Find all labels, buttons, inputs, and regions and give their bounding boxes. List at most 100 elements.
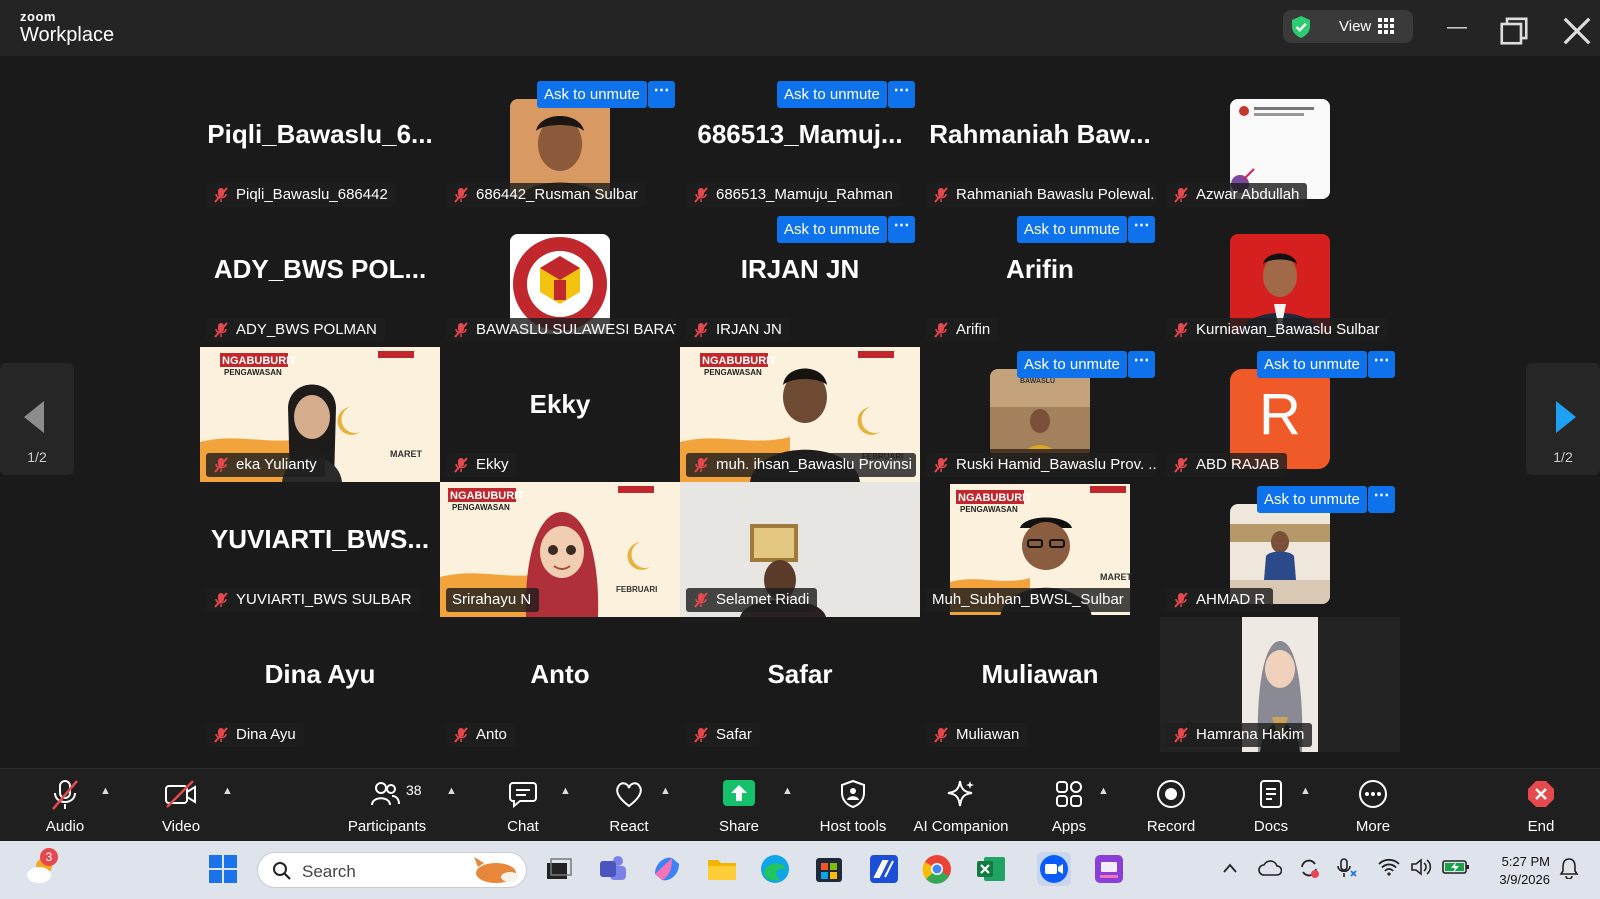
participant-tile-selamet[interactable]: Selamet Riadi [680,482,920,617]
participant-tile-bawaslu-sulbar[interactable]: BAWASLU SULAWESI BARAT [440,212,680,347]
participant-tile-abd-rajab[interactable]: R ABD RAJAB Ask to unmute ⋯ [1160,347,1400,482]
participant-tile-arifin[interactable]: Arifin Arifin Ask to unmute ⋯ [920,212,1160,347]
edge-app[interactable] [758,852,792,886]
grid-view-icon[interactable] [1378,18,1394,34]
cloud-sync-icon[interactable] [1258,859,1282,877]
participant-tile-subhan-active-speaker[interactable]: NGABUBURIT PENGAWASAN MARET Muh_Subhan_B… [920,482,1160,617]
more-options-button[interactable]: ⋯ [1128,216,1155,243]
ask-to-unmute-button[interactable]: Ask to unmute [1257,351,1367,378]
audio-options-caret[interactable]: ▲ [100,785,111,797]
participant-tile-muliawan[interactable]: Muliawan Muliawan [920,617,1160,752]
weather-widget[interactable]: 3 [24,848,58,886]
participant-tile-rahman[interactable]: 686513_Mamuj... 686513_Mamuju_Rahman Ask… [680,77,920,212]
excel-app[interactable] [974,852,1008,886]
host-tools-button[interactable]: Host tools [810,777,896,837]
close-button[interactable] [1563,17,1591,45]
muted-mic-icon [934,457,948,473]
more-options-button[interactable]: ⋯ [888,216,915,243]
writing-app[interactable] [867,852,901,886]
more-options-button[interactable]: ⋯ [1368,351,1395,378]
zoom-app-active[interactable] [1037,852,1071,886]
sync-alert-icon[interactable] [1298,857,1320,879]
docs-button[interactable]: Docs [1238,777,1304,837]
task-view-button[interactable] [541,852,575,886]
participant-tile-rusman[interactable]: 686442_Rusman Sulbar Ask to unmute ⋯ [440,77,680,212]
participant-tile-piqli[interactable]: Piqli_Bawaslu_6... Piqli_Bawaslu_686442 [200,77,440,212]
participant-tile-dina[interactable]: Dina Ayu Dina Ayu [200,617,440,752]
participant-tile-yuviarti[interactable]: YUVIARTI_BWS... YUVIARTI_BWS SULBAR [200,482,440,617]
view-label[interactable]: View [1339,18,1371,35]
ask-to-unmute-button[interactable]: Ask to unmute [777,81,887,108]
ask-to-unmute-button[interactable]: Ask to unmute [777,216,887,243]
participants-button[interactable]: 38 Participants [334,777,440,837]
participant-tile-azwar[interactable]: Azwar Abdullah [1160,77,1400,212]
participant-tile-kurniawan[interactable]: Kurniawan_Bawaslu Sulbar [1160,212,1400,347]
ai-companion-button[interactable]: AI Companion [908,777,1014,837]
more-options-button[interactable]: ⋯ [1128,351,1155,378]
share-button[interactable]: Share [706,777,772,837]
editor-app[interactable] [1092,852,1126,886]
participant-tile-irjan[interactable]: IRJAN JN IRJAN JN Ask to unmute ⋯ [680,212,920,347]
start-button[interactable] [206,852,240,886]
participant-tile-srirahayu[interactable]: NGABUBURIT PENGAWASAN FEBRUARI Srirahayu… [440,482,680,617]
microphone-in-use-icon[interactable] [1336,857,1358,879]
react-button[interactable]: React [596,777,662,837]
chat-options-caret[interactable]: ▲ [560,785,571,797]
muted-mic-icon [214,322,228,338]
search-highlight-fox-icon [474,857,519,883]
ask-to-unmute-button[interactable]: Ask to unmute [1017,216,1127,243]
system-clock[interactable]: 5:27 PM 3/9/2026 [1480,853,1550,889]
chrome-app[interactable] [920,852,954,886]
apps-button[interactable]: Apps [1036,777,1102,837]
participant-tile-safar[interactable]: Safar Safar [680,617,920,752]
audio-button[interactable]: Audio [30,777,100,837]
apps-options-caret[interactable]: ▲ [1098,785,1109,797]
react-options-caret[interactable]: ▲ [660,785,671,797]
muted-mic-icon [1174,727,1188,743]
teams-app[interactable] [596,852,630,886]
restore-button[interactable] [1500,17,1528,45]
chat-button[interactable]: Chat [490,777,556,837]
next-page-button[interactable]: 1/2 [1526,363,1600,475]
docs-options-caret[interactable]: ▲ [1300,785,1311,797]
participants-options-caret[interactable]: ▲ [446,785,457,797]
ask-to-unmute-button[interactable]: Ask to unmute [537,81,647,108]
record-icon [1157,780,1185,808]
participant-tile-ihsan[interactable]: NGABUBURIT PENGAWASAN FEBRUARI muh. ihsa… [680,347,920,482]
participant-tile-rahmaniah[interactable]: Rahmaniah Baw... Rahmaniah Bawaslu Polew… [920,77,1160,212]
store-app[interactable] [812,852,846,886]
participant-tile-ekky[interactable]: Ekky Ekky [440,347,680,482]
file-explorer-app[interactable] [705,852,739,886]
participant-name-label: BAWASLU SULAWESI BARAT [446,318,676,342]
more-options-button[interactable]: ⋯ [1368,486,1395,513]
participant-tile-ahmad[interactable]: AHMAD R Ask to unmute ⋯ [1160,482,1400,617]
end-meeting-button[interactable]: End [1508,777,1574,837]
wifi-icon[interactable] [1378,858,1400,876]
participant-tile-hamrana[interactable]: Hamrana Hakim [1160,617,1400,752]
video-button[interactable]: Video [146,777,216,837]
battery-charging-icon[interactable] [1442,859,1470,875]
ask-to-unmute-button[interactable]: Ask to unmute [1017,351,1127,378]
more-options-button[interactable]: ⋯ [648,81,675,108]
video-options-caret[interactable]: ▲ [222,785,233,797]
participant-name: Azwar Abdullah [1196,186,1300,203]
show-hidden-icons-chevron[interactable] [1222,861,1238,875]
participant-tile-ady[interactable]: ADY_BWS POL... ADY_BWS POLMAN [200,212,440,347]
share-options-caret[interactable]: ▲ [782,785,793,797]
participant-display-name: YUVIARTI_BWS... [210,524,430,554]
previous-page-button[interactable]: 1/2 [0,363,74,475]
notification-bell-icon[interactable] [1558,857,1580,879]
participant-tile-ruski[interactable]: BAWASLU Ruski Hamid_Bawaslu Prov. ... As… [920,347,1160,482]
taskbar-search[interactable]: Search [257,852,527,888]
muted-mic-icon [934,727,948,743]
record-button[interactable]: Record [1138,777,1204,837]
ask-to-unmute-button[interactable]: Ask to unmute [1257,486,1367,513]
more-button[interactable]: More [1340,777,1406,837]
volume-icon[interactable] [1410,858,1432,876]
participant-tile-anto[interactable]: Anto Anto [440,617,680,752]
shield-check-icon[interactable] [1289,15,1313,39]
minimize-button[interactable]: — [1443,14,1471,42]
participant-tile-eka[interactable]: NGABUBURIT PENGAWASAN MARET eka Yulianty [200,347,440,482]
more-options-button[interactable]: ⋯ [888,81,915,108]
copilot-app[interactable] [650,852,684,886]
